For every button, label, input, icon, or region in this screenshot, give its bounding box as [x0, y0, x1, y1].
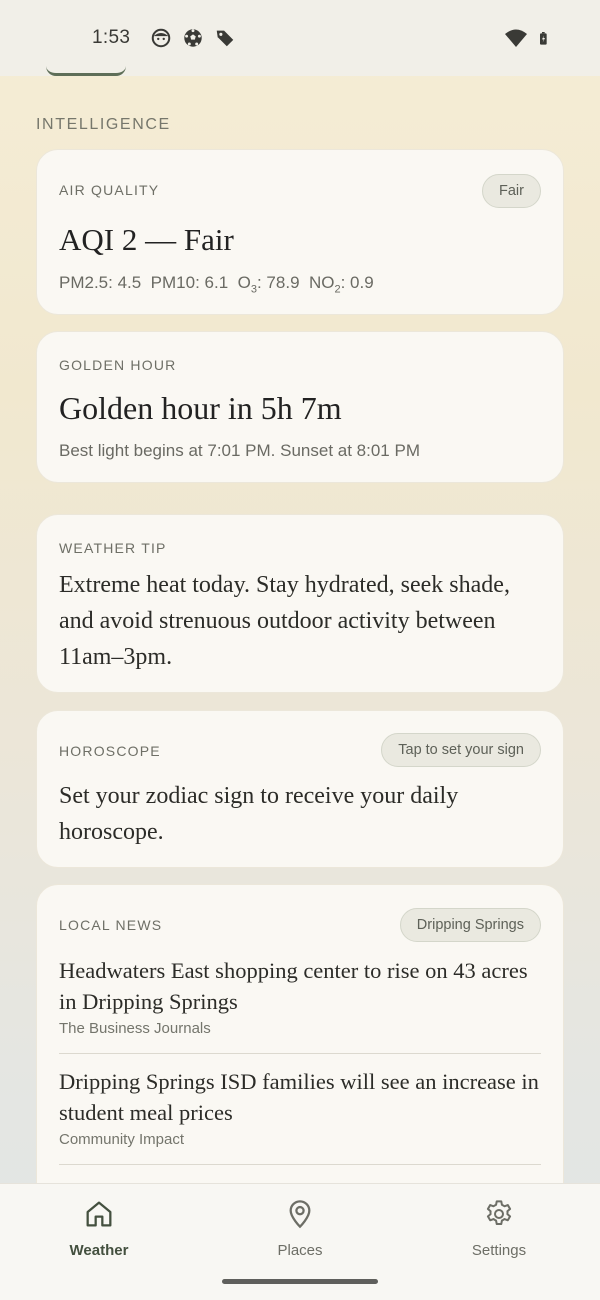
section-title: INTELLIGENCE — [36, 116, 171, 133]
tag-icon — [216, 30, 234, 47]
pm25-reading: PM2.5: 4.5 — [59, 273, 142, 292]
horoscope-card[interactable]: HOROSCOPE Tap to set your sign Set your … — [36, 710, 564, 868]
golden-hour-card[interactable]: GOLDEN HOUR Golden hour in 5h 7m Best li… — [36, 331, 564, 483]
weather-tip-label: WEATHER TIP — [59, 540, 167, 556]
nav-settings[interactable]: Settings — [429, 1198, 569, 1259]
nav-weather[interactable]: Weather — [29, 1198, 169, 1259]
news-title: Dripping Springs ISD families will see a… — [59, 1069, 539, 1125]
news-item[interactable]: Headwaters East shopping center to rise … — [59, 955, 541, 1037]
news-source: Community Impact — [59, 1131, 185, 1148]
face-icon — [151, 28, 171, 48]
nav-settings-label: Settings — [471, 1242, 527, 1259]
aqi-headline: AQI 2 — Fair — [59, 222, 234, 257]
status-time: 1:53 — [92, 27, 131, 48]
air-quality-label: AIR QUALITY — [59, 182, 160, 198]
news-divider — [59, 1053, 541, 1054]
weather-tip-text: Extreme heat today. Stay hydrated, seek … — [59, 572, 510, 670]
news-divider — [59, 1164, 541, 1165]
local-news-card: LOCAL NEWS Dripping Springs Headwaters E… — [36, 884, 564, 1224]
o3-reading: O3: 78.9 — [237, 273, 300, 296]
horoscope-label: HOROSCOPE — [59, 743, 161, 759]
pm10-reading: PM10: 6.1 — [150, 273, 229, 292]
soccer-ball-icon — [184, 29, 202, 47]
golden-hour-label: GOLDEN HOUR — [59, 357, 177, 373]
gear-icon — [486, 1200, 512, 1225]
nav-weather-label: Weather — [69, 1242, 129, 1259]
news-location-chip[interactable]: Dripping Springs — [399, 908, 541, 942]
golden-hour-headline: Golden hour in 5h 7m — [59, 390, 342, 426]
weather-tip-card[interactable]: WEATHER TIP Extreme heat today. Stay hyd… — [36, 514, 564, 693]
set-sign-button[interactable]: Tap to set your sign — [381, 733, 541, 767]
air-quality-card[interactable]: AIR QUALITY Fair AQI 2 — Fair PM2.5: 4.5… — [36, 149, 564, 315]
location-pin-icon — [289, 1200, 311, 1229]
horoscope-text: Set your zodiac sign to receive your dai… — [59, 783, 459, 845]
battery-icon — [540, 32, 547, 45]
home-indicator[interactable] — [222, 1279, 378, 1284]
news-item[interactable]: Dripping Springs ISD families will see a… — [59, 1066, 541, 1148]
golden-hour-subtitle: Best light begins at 7:01 PM. Sunset at … — [59, 441, 420, 460]
home-icon — [86, 1201, 112, 1227]
scrolled-chip-edge — [46, 62, 126, 76]
nav-places[interactable]: Places — [230, 1198, 370, 1259]
news-source: The Business Journals — [59, 1020, 211, 1037]
nav-places-label: Places — [277, 1242, 323, 1259]
aqi-status-badge: Fair — [482, 174, 541, 208]
local-news-label: LOCAL NEWS — [59, 917, 163, 933]
wifi-icon — [505, 29, 527, 47]
news-title: Headwaters East shopping center to rise … — [59, 958, 528, 1014]
pollutant-readings: PM2.5: 4.5 PM10: 6.1 O3: 78.9 NO2: 0.9 — [59, 273, 374, 295]
no2-reading: NO2: 0.9 — [308, 273, 374, 296]
